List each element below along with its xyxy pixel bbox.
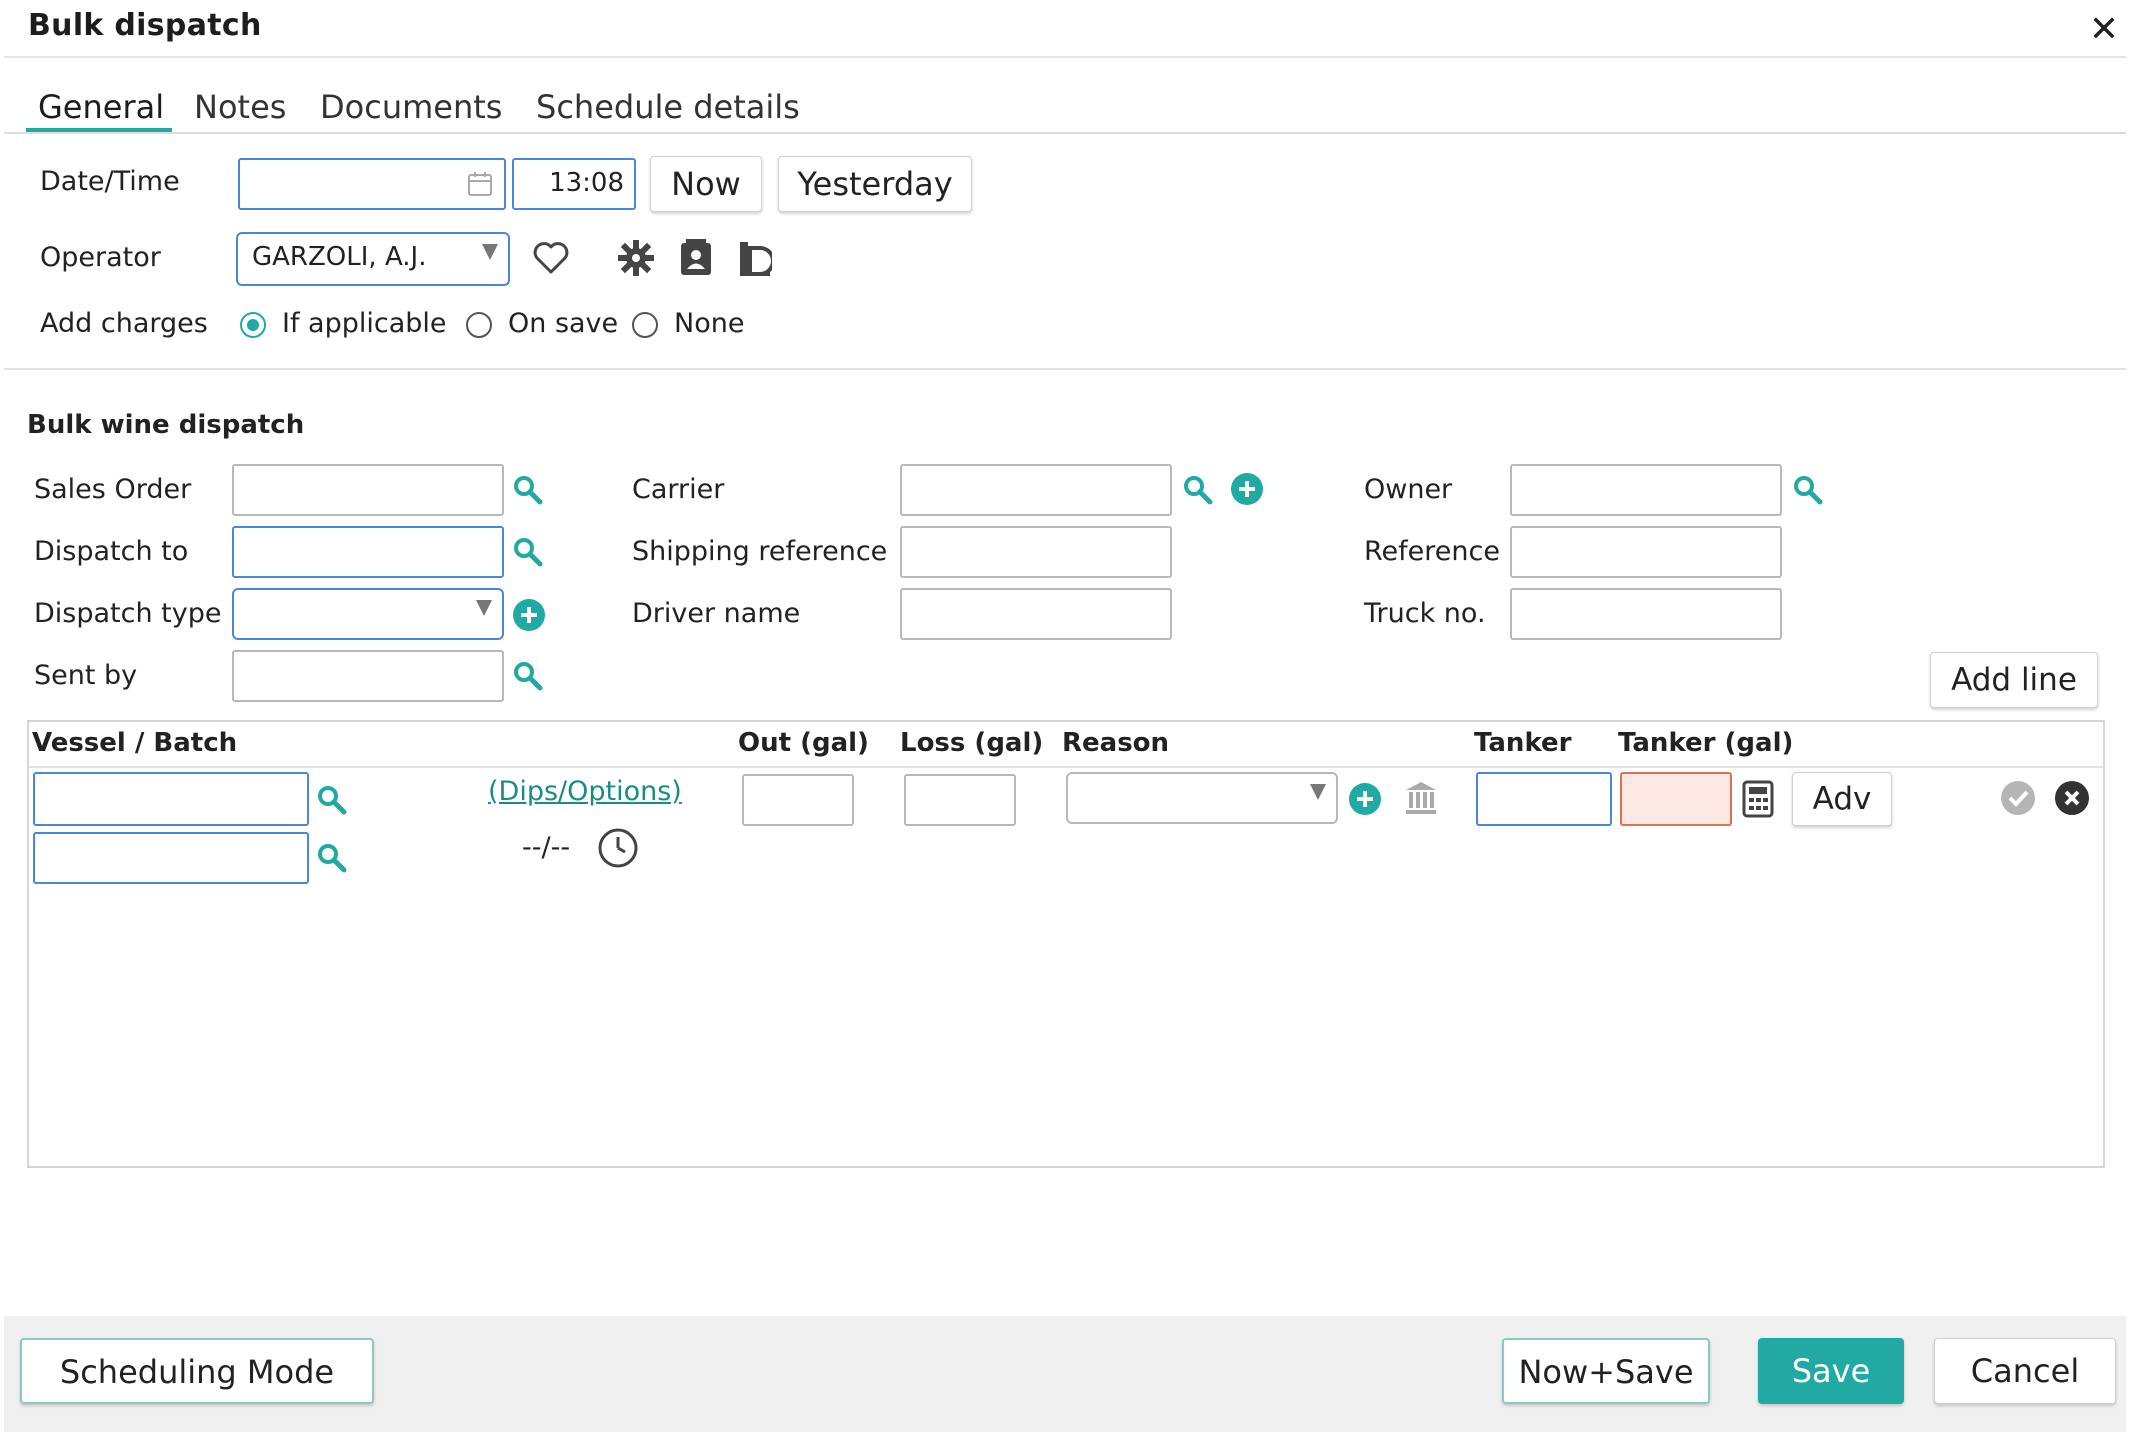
title-bar: Bulk dispatch ✕	[4, 0, 2126, 58]
owner-input[interactable]	[1510, 464, 1782, 516]
section-title: Bulk wine dispatch	[27, 410, 305, 440]
bank-icon[interactable]	[1404, 780, 1438, 816]
dispatch-type-select[interactable]	[232, 588, 504, 640]
radio-if-applicable[interactable]	[240, 312, 266, 338]
scheduling-mode-button[interactable]: Scheduling Mode	[20, 1338, 374, 1404]
radio-on-save[interactable]	[466, 312, 492, 338]
radio-none-label: None	[674, 308, 745, 339]
dispatch-to-label: Dispatch to	[34, 536, 189, 567]
datetime-label: Date/Time	[40, 166, 180, 197]
search-icon[interactable]	[1182, 474, 1214, 506]
add-icon[interactable]	[1230, 472, 1264, 506]
shipping-reference-label: Shipping reference	[632, 536, 888, 567]
out-gal-input[interactable]	[742, 774, 854, 826]
heart-icon[interactable]	[532, 240, 570, 276]
active-tab-indicator	[26, 128, 172, 132]
tab-documents[interactable]: Documents	[320, 88, 502, 126]
save-button[interactable]: Save	[1758, 1338, 1904, 1404]
document-icon[interactable]	[738, 240, 772, 278]
confirm-check-icon[interactable]	[2000, 780, 2036, 816]
shipping-reference-input[interactable]	[900, 526, 1172, 578]
search-icon[interactable]	[512, 474, 544, 506]
carrier-label: Carrier	[632, 474, 725, 505]
add-icon[interactable]	[1348, 782, 1382, 816]
now-save-button[interactable]: Now+Save	[1502, 1338, 1710, 1404]
calendar-icon[interactable]	[466, 170, 494, 198]
loss-gal-input[interactable]	[904, 774, 1016, 826]
driver-name-label: Driver name	[632, 598, 801, 629]
radio-none[interactable]	[632, 312, 658, 338]
search-icon[interactable]	[512, 660, 544, 692]
bulk-dispatch-dialog	[4, 0, 2126, 1432]
dips-options-link[interactable]: (Dips/Options)	[488, 776, 682, 807]
chevron-down-icon	[1310, 784, 1326, 800]
tanker-gal-input[interactable]	[1620, 772, 1732, 826]
tab-divider	[4, 132, 2126, 134]
contact-card-icon[interactable]	[678, 238, 714, 278]
truck-no-label: Truck no.	[1364, 598, 1486, 629]
tab-schedule-details[interactable]: Schedule details	[536, 88, 800, 126]
yesterday-button[interactable]: Yesterday	[778, 156, 972, 212]
date-input[interactable]	[240, 160, 504, 208]
sent-by-label: Sent by	[34, 660, 138, 691]
sales-order-label: Sales Order	[34, 474, 192, 505]
dialog-title: Bulk dispatch	[28, 8, 262, 43]
reason-select[interactable]	[1066, 772, 1338, 824]
chevron-down-icon	[476, 600, 492, 616]
reference-input[interactable]	[1510, 526, 1782, 578]
owner-label: Owner	[1364, 474, 1453, 505]
time-value: 13:08	[549, 168, 624, 198]
add-line-button[interactable]: Add line	[1930, 652, 2098, 708]
col-header-tanker-gal: Tanker (gal)	[1618, 728, 1794, 758]
radio-if-applicable-label: If applicable	[282, 308, 447, 339]
radio-on-save-label: On save	[508, 308, 619, 339]
chevron-down-icon	[482, 244, 498, 260]
time-field[interactable]: 13:08	[512, 158, 636, 210]
search-icon[interactable]	[316, 784, 348, 816]
grid-header-divider	[29, 766, 2103, 768]
vessel-input[interactable]	[33, 772, 309, 826]
col-header-reason: Reason	[1062, 728, 1170, 758]
tab-notes[interactable]: Notes	[194, 88, 286, 126]
date-field[interactable]	[238, 158, 506, 210]
operator-label: Operator	[40, 242, 161, 273]
calculator-icon[interactable]	[1742, 780, 1774, 818]
dispatch-type-label: Dispatch type	[34, 598, 222, 629]
col-header-loss: Loss (gal)	[900, 728, 1044, 758]
col-header-out: Out (gal)	[738, 728, 869, 758]
operator-value: GARZOLI, A.J.	[252, 242, 427, 272]
tanker-input[interactable]	[1476, 772, 1612, 826]
add-icon[interactable]	[512, 598, 546, 632]
close-icon[interactable]: ✕	[2084, 10, 2124, 50]
dispatch-to-input[interactable]	[232, 526, 504, 578]
operator-select[interactable]: GARZOLI, A.J.	[236, 232, 510, 286]
clock-icon[interactable]	[596, 826, 640, 870]
col-header-vessel: Vessel / Batch	[32, 728, 238, 758]
row-date-value: --/--	[522, 832, 571, 863]
sales-order-input[interactable]	[232, 464, 504, 516]
section-divider	[4, 368, 2126, 370]
now-button[interactable]: Now	[650, 156, 762, 212]
batch-input[interactable]	[33, 832, 309, 884]
driver-name-input[interactable]	[900, 588, 1172, 640]
carrier-input[interactable]	[900, 464, 1172, 516]
truck-no-input[interactable]	[1510, 588, 1782, 640]
reference-label: Reference	[1364, 536, 1500, 567]
tab-general[interactable]: General	[38, 88, 164, 126]
adv-button[interactable]: Adv	[1792, 772, 1892, 826]
col-header-tanker: Tanker	[1474, 728, 1572, 758]
add-charges-label: Add charges	[40, 308, 208, 339]
search-icon[interactable]	[512, 536, 544, 568]
gear-icon[interactable]	[618, 240, 654, 276]
search-icon[interactable]	[316, 842, 348, 874]
search-icon[interactable]	[1792, 474, 1824, 506]
sent-by-input[interactable]	[232, 650, 504, 702]
delete-row-icon[interactable]	[2054, 780, 2090, 816]
cancel-button[interactable]: Cancel	[1934, 1338, 2116, 1404]
